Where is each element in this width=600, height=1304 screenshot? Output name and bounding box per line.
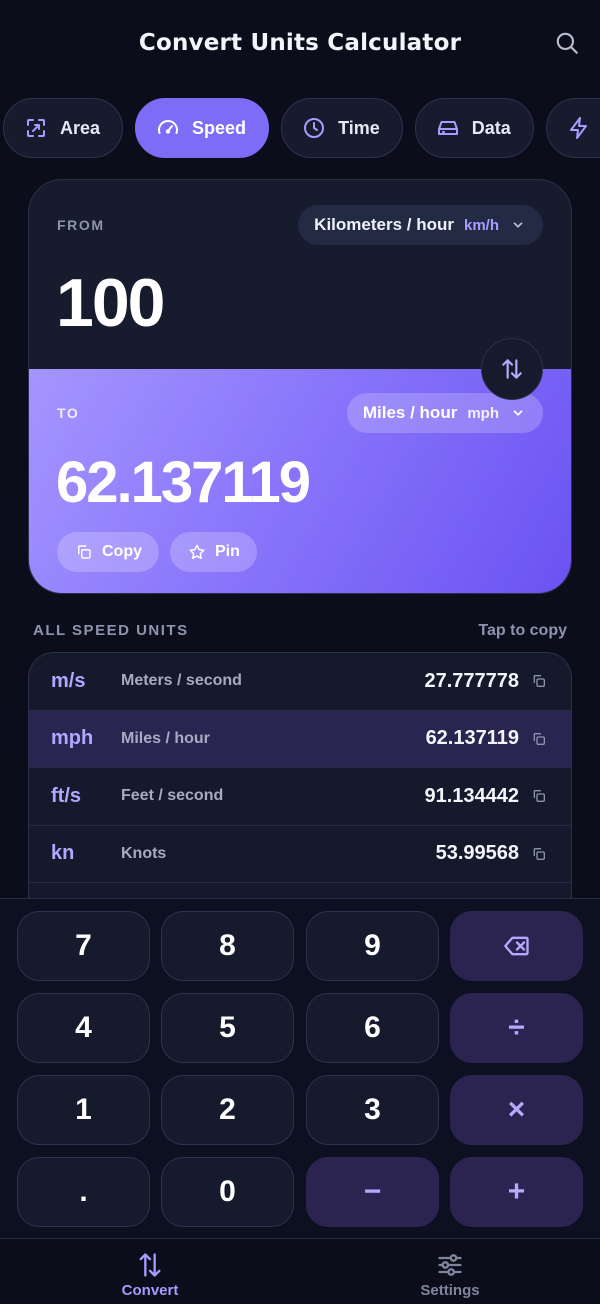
from-unit-name: Kilometers / hour xyxy=(314,215,454,234)
tab-label: Data xyxy=(471,117,511,138)
nav-label: Settings xyxy=(420,1282,480,1299)
units-list: m/s Meters / second 27.777778 mph Miles … xyxy=(28,652,572,912)
key-minus[interactable]: − xyxy=(306,1157,439,1227)
key-decimal[interactable]: . xyxy=(17,1157,150,1227)
app-header: Convert Units Calculator xyxy=(0,0,600,86)
page-title: Convert Units Calculator xyxy=(138,30,462,56)
copy-icon[interactable] xyxy=(531,846,547,862)
bottom-nav: Convert Settings xyxy=(0,1238,600,1304)
copy-icon[interactable] xyxy=(531,731,547,747)
units-section-title: ALL SPEED UNITS xyxy=(33,622,189,639)
star-icon xyxy=(189,544,205,559)
from-section: FROM Kilometers / hour km/h 100 xyxy=(29,180,571,370)
copy-icon[interactable] xyxy=(531,673,547,689)
nav-convert[interactable]: Convert xyxy=(0,1239,300,1304)
units-section-hint: Tap to copy xyxy=(478,622,567,639)
backspace-icon xyxy=(503,936,529,956)
unit-abbr: kn xyxy=(51,842,75,865)
swap-vertical-icon xyxy=(139,1253,161,1277)
chevron-down-icon xyxy=(513,222,523,228)
key-6[interactable]: 6 xyxy=(306,993,439,1063)
key-8[interactable]: 8 xyxy=(161,911,294,981)
key-2[interactable]: 2 xyxy=(161,1075,294,1145)
swap-units-button[interactable] xyxy=(481,338,543,400)
key-7[interactable]: 7 xyxy=(17,911,150,981)
tab-label: Time xyxy=(338,117,380,138)
speedometer-icon xyxy=(158,120,179,134)
sliders-icon xyxy=(438,1254,462,1276)
tab-label: Speed xyxy=(192,117,247,138)
tab-data[interactable]: Data xyxy=(414,98,534,158)
to-label: TO xyxy=(57,405,80,421)
tab-time[interactable]: Time xyxy=(281,98,403,158)
unit-row-mps[interactable]: m/s Meters / second 27.777778 xyxy=(29,653,571,711)
nav-label: Convert xyxy=(121,1282,179,1299)
copy-button-label: Copy xyxy=(102,543,142,560)
unit-value: 27.777778 xyxy=(424,669,519,692)
pin-button[interactable]: Pin xyxy=(170,532,257,572)
units-section-header: ALL SPEED UNITS Tap to copy xyxy=(33,622,567,640)
to-unit-name: Miles / hour xyxy=(362,403,458,422)
to-unit-abbr: mph xyxy=(467,404,499,422)
search-icon[interactable] xyxy=(554,30,580,56)
key-plus[interactable]: + xyxy=(450,1157,583,1227)
unit-row-mph[interactable]: mph Miles / hour 62.137119 xyxy=(29,710,571,768)
key-1[interactable]: 1 xyxy=(17,1075,150,1145)
copy-button[interactable]: Copy xyxy=(57,532,159,572)
key-4[interactable]: 4 xyxy=(17,993,150,1063)
unit-abbr: ft/s xyxy=(51,784,81,807)
nav-settings[interactable]: Settings xyxy=(300,1239,600,1304)
key-5[interactable]: 5 xyxy=(161,993,294,1063)
unit-value: 91.134442 xyxy=(424,784,519,807)
storage-icon xyxy=(437,121,458,135)
lightning-icon xyxy=(569,117,587,139)
category-tabs: Area Speed Time Data En xyxy=(0,98,600,158)
chevron-down-icon xyxy=(513,410,523,416)
from-label: FROM xyxy=(57,217,105,233)
area-icon xyxy=(27,119,45,137)
pin-button-label: Pin xyxy=(215,543,240,560)
unit-name: Knots xyxy=(121,844,167,862)
to-value: 62.137119 xyxy=(56,450,311,515)
keypad: 7 8 9 4 5 6 ÷ 1 2 3 × . 0 − + xyxy=(0,898,600,1238)
unit-name: Miles / hour xyxy=(121,729,210,747)
unit-abbr: mph xyxy=(51,727,94,750)
tab-label: Area xyxy=(60,117,101,138)
key-multiply[interactable]: × xyxy=(450,1075,583,1145)
copy-icon[interactable] xyxy=(531,788,547,804)
unit-name: Feet / second xyxy=(121,787,224,805)
tab-area[interactable]: Area xyxy=(3,98,124,158)
unit-value: 53.99568 xyxy=(435,842,519,865)
from-unit-abbr: km/h xyxy=(463,216,499,234)
tab-speed[interactable]: Speed xyxy=(135,98,270,158)
key-0[interactable]: 0 xyxy=(161,1157,294,1227)
clock-icon xyxy=(304,118,325,138)
from-unit-selector[interactable]: Kilometers / hour km/h xyxy=(298,205,543,245)
swap-vertical-icon xyxy=(502,359,522,379)
unit-name: Meters / second xyxy=(121,672,242,690)
key-9[interactable]: 9 xyxy=(306,911,439,981)
tab-energy[interactable]: En xyxy=(545,98,600,158)
unit-row-fts[interactable]: ft/s Feet / second 91.134442 xyxy=(29,768,571,826)
unit-abbr: m/s xyxy=(51,669,86,692)
backspace-button[interactable] xyxy=(450,911,583,981)
to-section: TO Miles / hour mph 62.137119 Copy Pin xyxy=(29,369,571,593)
key-3[interactable]: 3 xyxy=(306,1075,439,1145)
copy-icon xyxy=(78,545,91,559)
key-divide[interactable]: ÷ xyxy=(450,993,583,1063)
from-value[interactable]: 100 xyxy=(56,264,165,342)
unit-value: 62.137119 xyxy=(425,727,519,750)
unit-row-kn[interactable]: kn Knots 53.99568 xyxy=(29,826,571,883)
